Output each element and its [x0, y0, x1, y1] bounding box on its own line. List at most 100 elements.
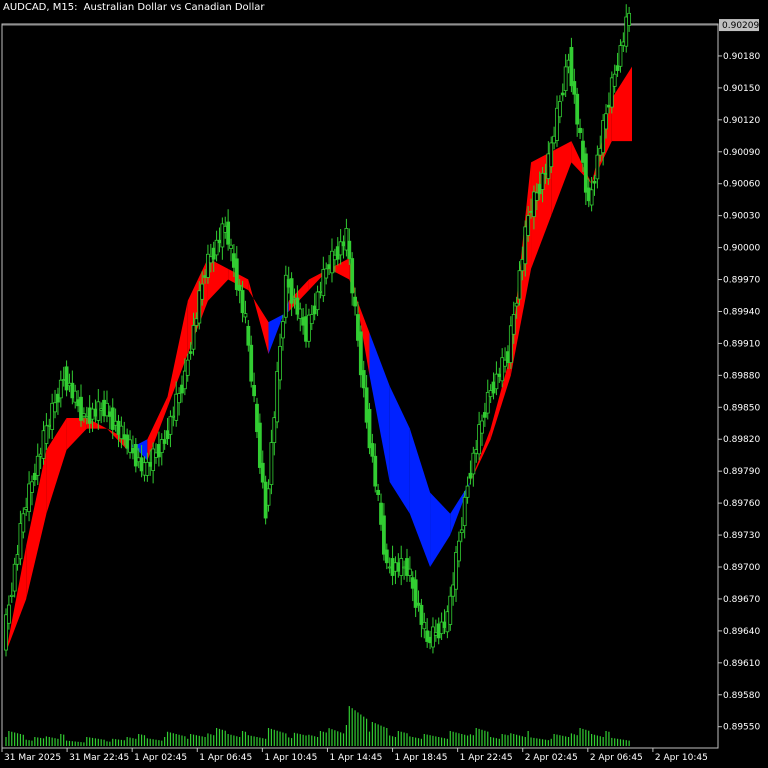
candle-body [578, 127, 582, 133]
candle-body [246, 325, 251, 346]
candle-body [21, 513, 26, 533]
candle-body [563, 66, 568, 92]
price-tick-label: 0.89910 [723, 339, 760, 349]
candle-body [81, 413, 86, 417]
candle-body [407, 568, 412, 576]
candle-body [448, 595, 453, 625]
price-tick-label: 0.89790 [723, 467, 760, 477]
candle-body [9, 594, 14, 597]
candle-body [226, 221, 231, 245]
time-tick-label: 1 Apr 02:45 [134, 753, 187, 763]
ma-cloud-segment [409, 428, 431, 567]
time-tick-label: 2 Apr 06:45 [590, 753, 643, 763]
candle-body [350, 258, 355, 294]
time-tick-label: 1 Apr 22:45 [460, 753, 513, 763]
candle-body [35, 455, 40, 476]
candle-body [168, 416, 173, 435]
price-tick-label: 0.89730 [723, 531, 760, 541]
candle-body [315, 291, 320, 311]
candle-body [583, 153, 588, 193]
time-tick-label: 1 Apr 06:45 [199, 753, 252, 763]
symbol-description: Australian Dollar vs Canadian Dollar [83, 2, 265, 13]
time-tick-label: 2 Apr 10:45 [655, 753, 708, 763]
candle-body [549, 142, 554, 168]
price-tick-label: 0.89970 [723, 276, 760, 286]
candle-body [53, 402, 57, 413]
candle-body [162, 439, 167, 444]
chart-area[interactable]: 0.90180 0.90150 0.90120 0.90090 0.90060 0.900… [0, 0, 768, 768]
candle-body [480, 420, 484, 434]
candle-body [376, 489, 381, 496]
candle-body [64, 366, 69, 391]
candle-body [575, 93, 580, 125]
candle-body [511, 314, 516, 335]
candle-body [384, 549, 389, 564]
price-tick-label: 0.89940 [723, 307, 760, 317]
price-tick-label: 0.90030 [723, 212, 760, 222]
candle-body [191, 325, 196, 350]
candle-body [96, 401, 101, 421]
candle-body [30, 481, 34, 493]
candle-body [459, 529, 464, 534]
chart-header: AUDCAD, M15: Australian Dollar vs Canadi… [3, 2, 267, 13]
time-tick-label: 1 Apr 10:45 [264, 753, 317, 763]
price-tick-label: 0.90000 [723, 244, 760, 254]
candle-body [572, 81, 577, 95]
price-tick-label: 0.89670 [723, 595, 760, 605]
candle-body [370, 443, 375, 457]
candle-body [462, 496, 467, 527]
candle-body [110, 407, 115, 430]
candle-body [457, 540, 461, 562]
price-tick-label: 0.90120 [723, 116, 760, 126]
candle-body [249, 344, 254, 382]
candle-body [592, 180, 597, 184]
candle-body [589, 189, 594, 206]
price-tick-label: 0.89820 [723, 435, 760, 445]
candle-body [382, 515, 386, 555]
symbol-label: AUDCAD, M15: [3, 2, 78, 13]
candle-body [618, 45, 623, 67]
candle-body [200, 283, 205, 300]
candle-body [347, 240, 352, 259]
candle-body [185, 359, 190, 376]
candle-body [324, 268, 329, 279]
price-tick-label: 0.89640 [723, 627, 760, 637]
candle-body [612, 73, 617, 87]
candle-body [269, 442, 274, 485]
time-tick-label: 2 Apr 02:45 [525, 753, 578, 763]
price-chart[interactable]: 0.90180 0.90150 0.90120 0.90090 0.90060 0.900… [0, 0, 768, 768]
candle-body [309, 314, 314, 325]
candle-body [604, 113, 608, 130]
candle-body [278, 346, 282, 381]
candle-body [373, 455, 378, 487]
candle-body [330, 250, 334, 274]
time-tick-label: 1 Apr 18:45 [395, 753, 448, 763]
candle-body [243, 313, 248, 318]
candle-body [252, 384, 256, 397]
candle-body [177, 393, 181, 404]
candle-body [422, 621, 427, 630]
price-tick-label: 0.89760 [723, 499, 760, 509]
price-tick-label: 0.90060 [723, 180, 760, 190]
candle-body [514, 302, 519, 307]
price-tick-label: 0.89610 [723, 659, 760, 669]
candle-body [6, 604, 11, 624]
candle-body [260, 462, 265, 483]
candle-body [557, 101, 562, 118]
candle-body [353, 296, 357, 307]
ma-cloud-segment [66, 417, 87, 450]
candle-body [595, 154, 600, 180]
time-tick-label: 1 Apr 14:45 [329, 753, 382, 763]
candle-body [240, 290, 245, 314]
price-tick-label: 0.89580 [723, 691, 760, 701]
candle-body [229, 244, 233, 249]
price-tick-label: 0.89700 [723, 563, 760, 573]
candle-body [367, 409, 372, 449]
candle-body [526, 215, 531, 236]
candle-body [44, 425, 49, 444]
price-tick-label: 0.89550 [723, 723, 760, 733]
candle-body [540, 172, 545, 190]
price-tick-label: 0.89880 [723, 371, 760, 381]
candle-body [560, 92, 565, 96]
candle-body [133, 444, 138, 467]
